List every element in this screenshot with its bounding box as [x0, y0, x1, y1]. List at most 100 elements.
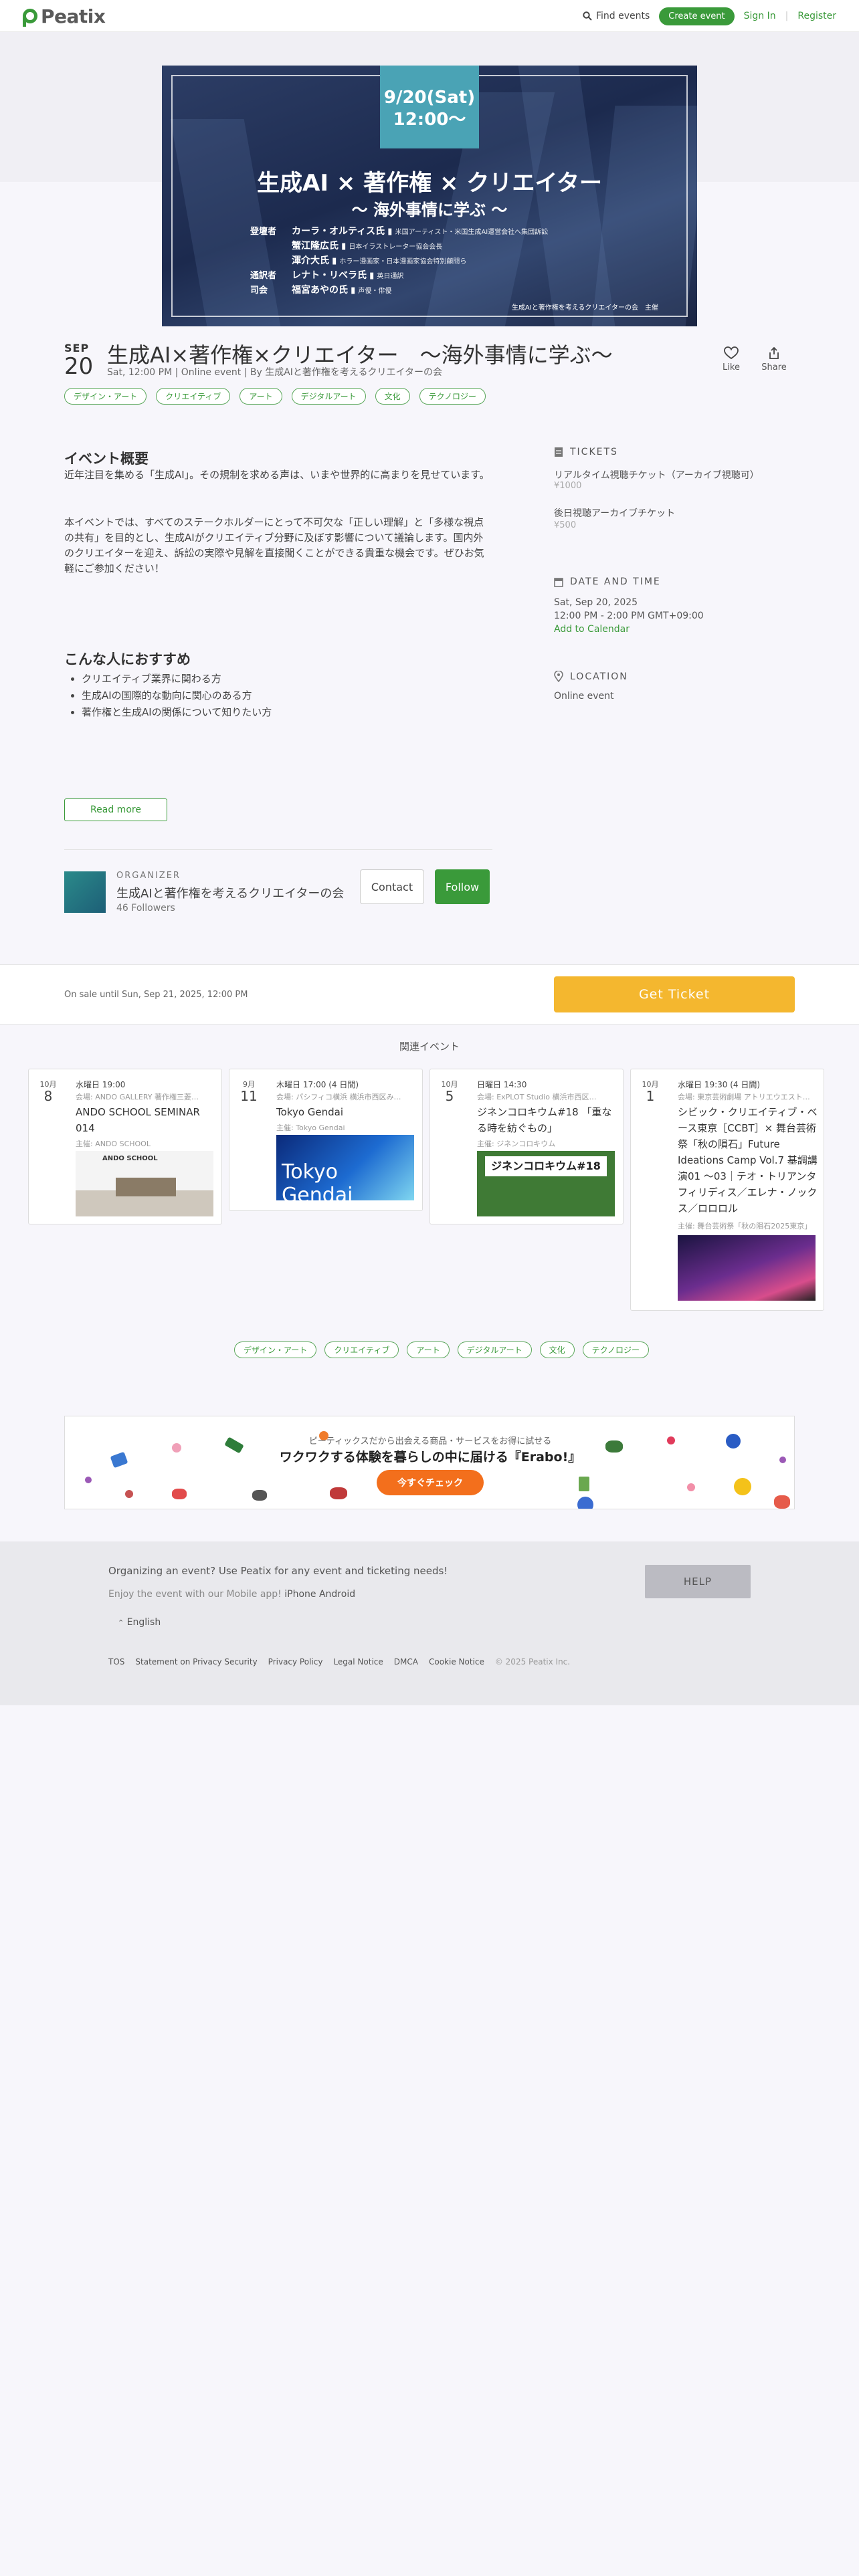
- divider: [64, 849, 492, 850]
- recommend-list: クリエイティブ業界に関わる方 生成AIの国際的な動向に関心のある方 著作権と生成…: [64, 671, 492, 721]
- organizer-name[interactable]: 生成AIと著作権を考えるクリエイターの会: [116, 884, 344, 901]
- chevron-up-icon: ⌃: [118, 1618, 124, 1627]
- banner-host: 生成AIと著作権を考えるクリエイターの会 主催: [511, 304, 658, 312]
- peatix-logo[interactable]: Peatix: [23, 5, 106, 27]
- ticket-price: ¥500: [554, 520, 577, 530]
- card-time: 木曜日 17:00 (4 日間): [276, 1080, 359, 1089]
- tag-chip[interactable]: アート: [240, 388, 282, 405]
- share-button[interactable]: Share: [761, 346, 787, 372]
- find-events-link[interactable]: Find events: [583, 11, 650, 21]
- banner-person: 登壇者 カーラ・オルティス氏 ▮ 米国アーティスト・米国生成AI運営会社へ集団訴訟: [250, 226, 549, 237]
- get-ticket-button[interactable]: Get Ticket: [554, 976, 795, 1012]
- description-fade: [64, 772, 492, 788]
- related-event-card[interactable]: 10月 1 水曜日 19:30 (4 日間) 会場: 東京芸術劇場 アトリエウエ…: [630, 1069, 824, 1311]
- list-item: 生成AIの国際的な動向に関心のある方: [82, 687, 492, 704]
- overview-paragraph-1: 近年注目を集める「生成AI」。その規制を求める声は、いまや世界的に高まりを見せて…: [64, 469, 490, 481]
- related-events-heading: 関連イベント: [399, 1041, 460, 1053]
- read-more-button[interactable]: Read more: [64, 798, 167, 821]
- banner-person: 渾介大氏 ▮ ホラー漫画家・日本漫画家協会特別顧問ら: [292, 255, 467, 266]
- card-image: Tokyo Gendai: [276, 1135, 414, 1207]
- card-image-text: Tokyo Gendai: [282, 1160, 353, 1207]
- tag-chip[interactable]: テクノロジー: [419, 388, 486, 405]
- card-title: Tokyo Gendai: [276, 1106, 344, 1118]
- nav-divider: |: [785, 11, 789, 21]
- card-time: 日曜日 14:30: [477, 1080, 527, 1089]
- search-icon: [583, 11, 592, 21]
- card-image: [678, 1235, 816, 1301]
- android-app-link[interactable]: Android: [319, 1589, 355, 1600]
- ticket-price: ¥1000: [554, 481, 582, 491]
- iphone-app-link[interactable]: iPhone: [284, 1589, 316, 1600]
- ad-check-button[interactable]: 今すぐチェック: [377, 1470, 484, 1495]
- tag-chip[interactable]: テクノロジー: [582, 1341, 649, 1358]
- tag-chip[interactable]: 文化: [375, 388, 410, 405]
- location-heading: LOCATION: [554, 671, 628, 682]
- footer-link-security[interactable]: Statement on Privacy Security: [135, 1657, 257, 1667]
- footer-app-text: Enjoy the event with our Mobile app! iPh…: [108, 1589, 355, 1600]
- tag-chip[interactable]: デザイン・アート: [64, 388, 147, 405]
- card-image-text: ANDO SCHOOL: [102, 1155, 158, 1162]
- register-link[interactable]: Register: [797, 11, 836, 21]
- footer-link-dmca[interactable]: DMCA: [394, 1657, 418, 1667]
- card-time: 水曜日 19:30 (4 日間): [678, 1080, 761, 1089]
- banner-date-box: 9/20(Sat) 12:00～: [380, 66, 479, 148]
- event-date: Sat, Sep 20, 2025: [554, 597, 638, 608]
- peatix-logo-icon: [23, 9, 37, 27]
- like-label: Like: [723, 362, 740, 372]
- date-time-heading-label: DATE AND TIME: [570, 576, 661, 587]
- tag-chip[interactable]: アート: [407, 1341, 450, 1358]
- card-host: 主催: Tokyo Gendai: [276, 1123, 345, 1132]
- footer-link-legal[interactable]: Legal Notice: [333, 1657, 383, 1667]
- organizer-followers: 46 Followers: [116, 903, 175, 914]
- date-time-heading: DATE AND TIME: [554, 576, 661, 587]
- footer-link-tos[interactable]: TOS: [108, 1657, 124, 1667]
- tag-chip[interactable]: 文化: [539, 1341, 575, 1358]
- contact-button[interactable]: Contact: [360, 869, 424, 904]
- card-image-text: ジネンコロキウム#18: [485, 1156, 607, 1176]
- card-title: シビック・クリエイティブ・ベース東京［CCBT］× 舞台芸術祭「秋の隕石」Fut…: [678, 1106, 818, 1214]
- banner-person: 通訳者 レナト・リベラ氏 ▮ 英日通訳: [250, 270, 404, 281]
- add-to-calendar-link[interactable]: Add to Calendar: [554, 624, 630, 635]
- organizer-avatar[interactable]: [64, 871, 106, 913]
- ad-headline: ワクワクする体験を暮らしの中に届ける『Erabo!』: [279, 1450, 581, 1465]
- footer-link-privacy[interactable]: Privacy Policy: [268, 1657, 323, 1667]
- card-time: 水曜日 19:00: [76, 1080, 126, 1089]
- tag-chip[interactable]: クリエイティブ: [156, 388, 231, 405]
- tag-chip[interactable]: クリエイティブ: [324, 1341, 399, 1358]
- card-venue: 会場: ExPLOT Studio 横浜市西区…: [477, 1093, 597, 1101]
- sale-until-text: On sale until Sun, Sep 21, 2025, 12:00 P…: [64, 990, 248, 1000]
- tag-chip[interactable]: デジタルアート: [291, 388, 366, 405]
- recommend-heading: こんな人におすすめ: [64, 651, 191, 667]
- related-event-card[interactable]: 10月 5 日曜日 14:30 会場: ExPLOT Studio 横浜市西区……: [430, 1069, 624, 1224]
- footer-link-cookie[interactable]: Cookie Notice: [429, 1657, 484, 1667]
- event-banner-image: 9/20(Sat) 12:00～ 生成AI × 著作権 × クリエイター ～ 海…: [162, 66, 697, 326]
- erabo-ad-banner[interactable]: ピーティックスだから出会える商品・サービスをお得に試せる ワクワクする体験を暮ら…: [64, 1416, 795, 1509]
- language-label: English: [126, 1617, 161, 1628]
- share-label: Share: [761, 362, 787, 372]
- ticket-name: リアルタイム視聴チケット（アーカイブ視聴可）: [554, 470, 759, 481]
- follow-button[interactable]: Follow: [435, 869, 490, 904]
- logo-text: Peatix: [41, 5, 106, 27]
- related-event-card[interactable]: 10月 8 水曜日 19:00 会場: ANDO GALLERY 著作権三菱… …: [28, 1069, 222, 1224]
- footer-enjoy-text: Enjoy the event with our Mobile app!: [108, 1589, 282, 1600]
- create-event-button[interactable]: Create event: [659, 7, 735, 25]
- location-pin-icon: [554, 671, 563, 682]
- card-day: 11: [240, 1088, 258, 1104]
- sign-in-link[interactable]: Sign In: [744, 11, 776, 21]
- card-venue: 会場: ANDO GALLERY 著作権三菱…: [76, 1093, 199, 1101]
- language-selector[interactable]: ⌃ English: [118, 1617, 161, 1628]
- overview-paragraph-2: 本イベントでは、すべてのステークホルダーにとって不可欠な「正しい理解」と「多様な…: [64, 516, 484, 574]
- banner-people: 登壇者 カーラ・オルティス氏 ▮ 米国アーティスト・米国生成AI運営会社へ集団訴訟…: [250, 225, 548, 298]
- card-venue: 会場: 東京芸術劇場 アトリエウエスト…: [678, 1093, 810, 1101]
- card-title: ANDO SCHOOL SEMINAR 014: [76, 1106, 200, 1134]
- calendar-icon: [554, 577, 563, 587]
- tag-chip[interactable]: デジタルアート: [457, 1341, 532, 1358]
- related-event-card[interactable]: 9月 11 木曜日 17:00 (4 日間) 会場: パシフィコ横浜 横浜市西区…: [229, 1069, 423, 1211]
- footer-organizing-text: Organizing an event? Use Peatix for any …: [108, 1565, 448, 1577]
- header-nav: Find events Create event Sign In | Regis…: [583, 5, 836, 27]
- footer-links: TOS Statement on Privacy Security Privac…: [108, 1657, 570, 1667]
- organizer-label: ORGANIZER: [116, 871, 181, 881]
- like-button[interactable]: Like: [720, 346, 743, 372]
- tag-chip[interactable]: デザイン・アート: [234, 1341, 317, 1358]
- help-button[interactable]: HELP: [645, 1565, 751, 1598]
